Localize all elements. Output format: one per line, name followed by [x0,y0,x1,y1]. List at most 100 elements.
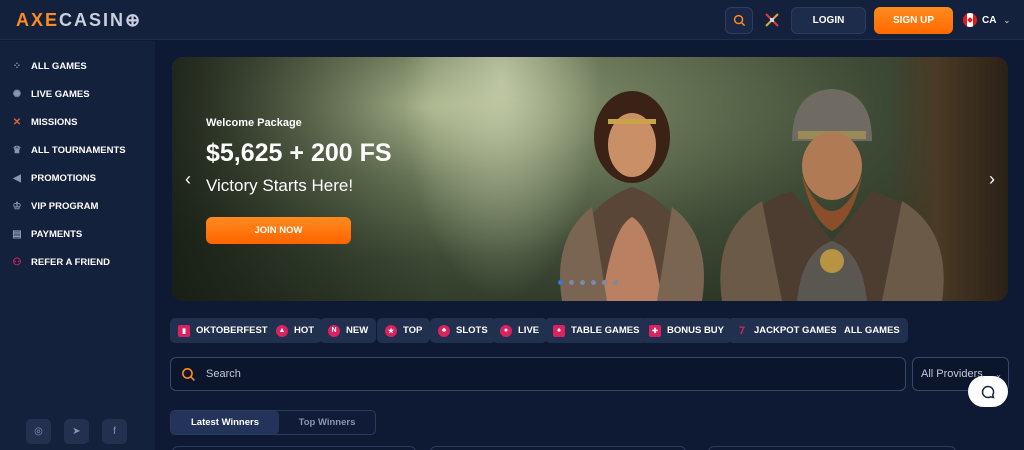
category-label: NEW [346,325,369,336]
banner-next-arrow[interactable]: › [984,169,1000,189]
hero-banner[interactable]: Welcome Package $5,625 + 200 FS Victory … [172,57,1008,301]
winner-card [708,446,956,450]
category-slots[interactable]: ♣ SLOTS [430,318,496,343]
crossed-swords-icon [765,13,779,27]
category-label: SLOTS [456,325,488,336]
pagination-dot[interactable] [580,280,585,285]
banner-prev-arrow[interactable]: ‹ [180,169,196,189]
category-table-games[interactable]: ♠ TABLE GAMES [545,318,648,343]
sidebar-item-all-tournaments[interactable]: ♛ ALL TOURNAMENTS [11,141,126,159]
cards-icon: ♠ [553,324,565,337]
search-icon [733,14,745,27]
logo-axe-text: AXE [16,10,60,30]
sidebar-item-all-games[interactable]: ⁘ ALL GAMES [11,57,87,75]
banner-kicker: Welcome Package [206,117,302,129]
pagination-dot[interactable] [613,280,618,285]
category-hot[interactable]: ▲ HOT [268,318,323,343]
facebook-link[interactable]: f [102,419,127,444]
cherries-icon: ♣ [438,324,450,337]
category-label: TABLE GAMES [571,325,640,336]
site-logo[interactable]: AXECASIN⊕ [16,10,142,31]
category-oktoberfest[interactable]: ▮ OKTOBERFEST [170,318,276,343]
sidebar-item-refer-a-friend[interactable]: ⚇ REFER A FRIEND [11,253,110,271]
crown-icon: ♔ [12,200,22,212]
join-now-button[interactable]: JOIN NOW [206,217,351,244]
telegram-link[interactable]: ➤ [64,419,89,444]
header-search-button[interactable] [725,7,753,34]
missions-header-button[interactable] [763,11,781,29]
winner-card [172,446,416,450]
banner-title: $5,625 + 200 FS [206,139,392,167]
live-icon: ● [500,324,512,337]
sidebar-item-vip-program[interactable]: ♔ VIP PROGRAM [11,197,99,215]
category-label: TOP [403,325,423,336]
dice-icon: ⁘ [12,60,22,72]
category-live[interactable]: ● LIVE [492,318,548,343]
category-new[interactable]: N NEW [320,318,377,343]
card-icon: ▤ [12,228,22,240]
search-input[interactable] [206,368,806,380]
tab-top-winners[interactable]: Top Winners [279,411,375,434]
category-label: OKTOBERFEST [196,325,268,336]
category-label: JACKPOT GAMES [754,325,837,336]
facebook-icon: f [113,426,116,437]
telegram-icon: ➤ [72,426,81,437]
pagination-dot[interactable] [558,280,563,285]
roulette-icon: ✺ [12,88,22,100]
trophy-icon: ♛ [12,144,22,156]
winner-card [430,446,686,450]
sidebar: ⁘ ALL GAMES ✺ LIVE GAMES ✕ MISSIONS ♛ AL… [0,41,155,450]
crossed-swords-icon: ✕ [12,116,22,128]
pagination-dot[interactable] [569,280,574,285]
star-icon: ★ [385,324,397,337]
megaphone-icon: ◀ [13,172,21,184]
new-icon: N [328,324,340,337]
chevron-right-icon: › [989,168,995,189]
signup-button[interactable]: SIGN UP [874,7,953,34]
category-top[interactable]: ★ TOP [377,318,431,343]
banner-pagination [558,280,618,285]
live-chat-button[interactable] [968,376,1008,407]
chat-bubble-icon [981,385,995,399]
sidebar-item-label: VIP PROGRAM [31,200,99,212]
top-header: AXECASIN⊕ LOGIN SIGN UP CA ⌄ [0,0,1024,40]
winners-tabs: Latest Winners Top Winners [170,410,376,435]
canada-flag-icon [963,13,977,27]
friends-icon: ⚇ [12,256,22,268]
language-code: CA [982,14,997,26]
seven-icon: 7 [738,324,746,337]
sidebar-item-label: ALL GAMES [31,60,87,72]
instagram-icon: ◎ [34,426,43,437]
banner-warrior-figure [720,89,944,301]
chevron-left-icon: ‹ [185,168,191,189]
sidebar-item-live-games[interactable]: ✺ LIVE GAMES [11,85,90,103]
pagination-dot[interactable] [602,280,607,285]
sidebar-item-missions[interactable]: ✕ MISSIONS [11,113,78,131]
sidebar-item-label: PROMOTIONS [31,172,96,184]
game-search-bar[interactable] [170,357,906,391]
fire-icon: ▲ [276,324,288,337]
banner-subtitle: Victory Starts Here! [206,176,354,195]
logo-compass-icon: ⊕ [125,10,143,30]
sidebar-item-promotions[interactable]: ◀ PROMOTIONS [11,169,96,187]
login-button[interactable]: LOGIN [791,7,866,34]
pagination-dot[interactable] [591,280,596,285]
category-label: LIVE [518,325,540,336]
category-label: BONUS BUY [667,325,725,336]
language-selector[interactable]: CA ⌄ [963,13,1010,27]
sidebar-item-label: MISSIONS [31,116,78,128]
category-bonus-buy[interactable]: ✚ BONUS BUY [641,318,733,343]
instagram-link[interactable]: ◎ [26,419,51,444]
sidebar-item-label: ALL TOURNAMENTS [31,144,126,156]
category-jackpot-games[interactable]: 7 JACKPOT GAMES [728,318,845,343]
chevron-down-icon: ⌄ [1003,15,1011,25]
category-label: ALL GAMES [844,325,900,336]
beer-icon: ▮ [178,324,190,337]
category-label: HOT [294,325,315,336]
logo-casino-text: CASIN [59,10,126,30]
category-all-games[interactable]: ALL GAMES [836,318,908,343]
tab-latest-winners[interactable]: Latest Winners [171,411,279,434]
sidebar-item-payments[interactable]: ▤ PAYMENTS [11,225,82,243]
sidebar-item-label: LIVE GAMES [31,88,90,100]
gift-icon: ✚ [649,324,661,337]
